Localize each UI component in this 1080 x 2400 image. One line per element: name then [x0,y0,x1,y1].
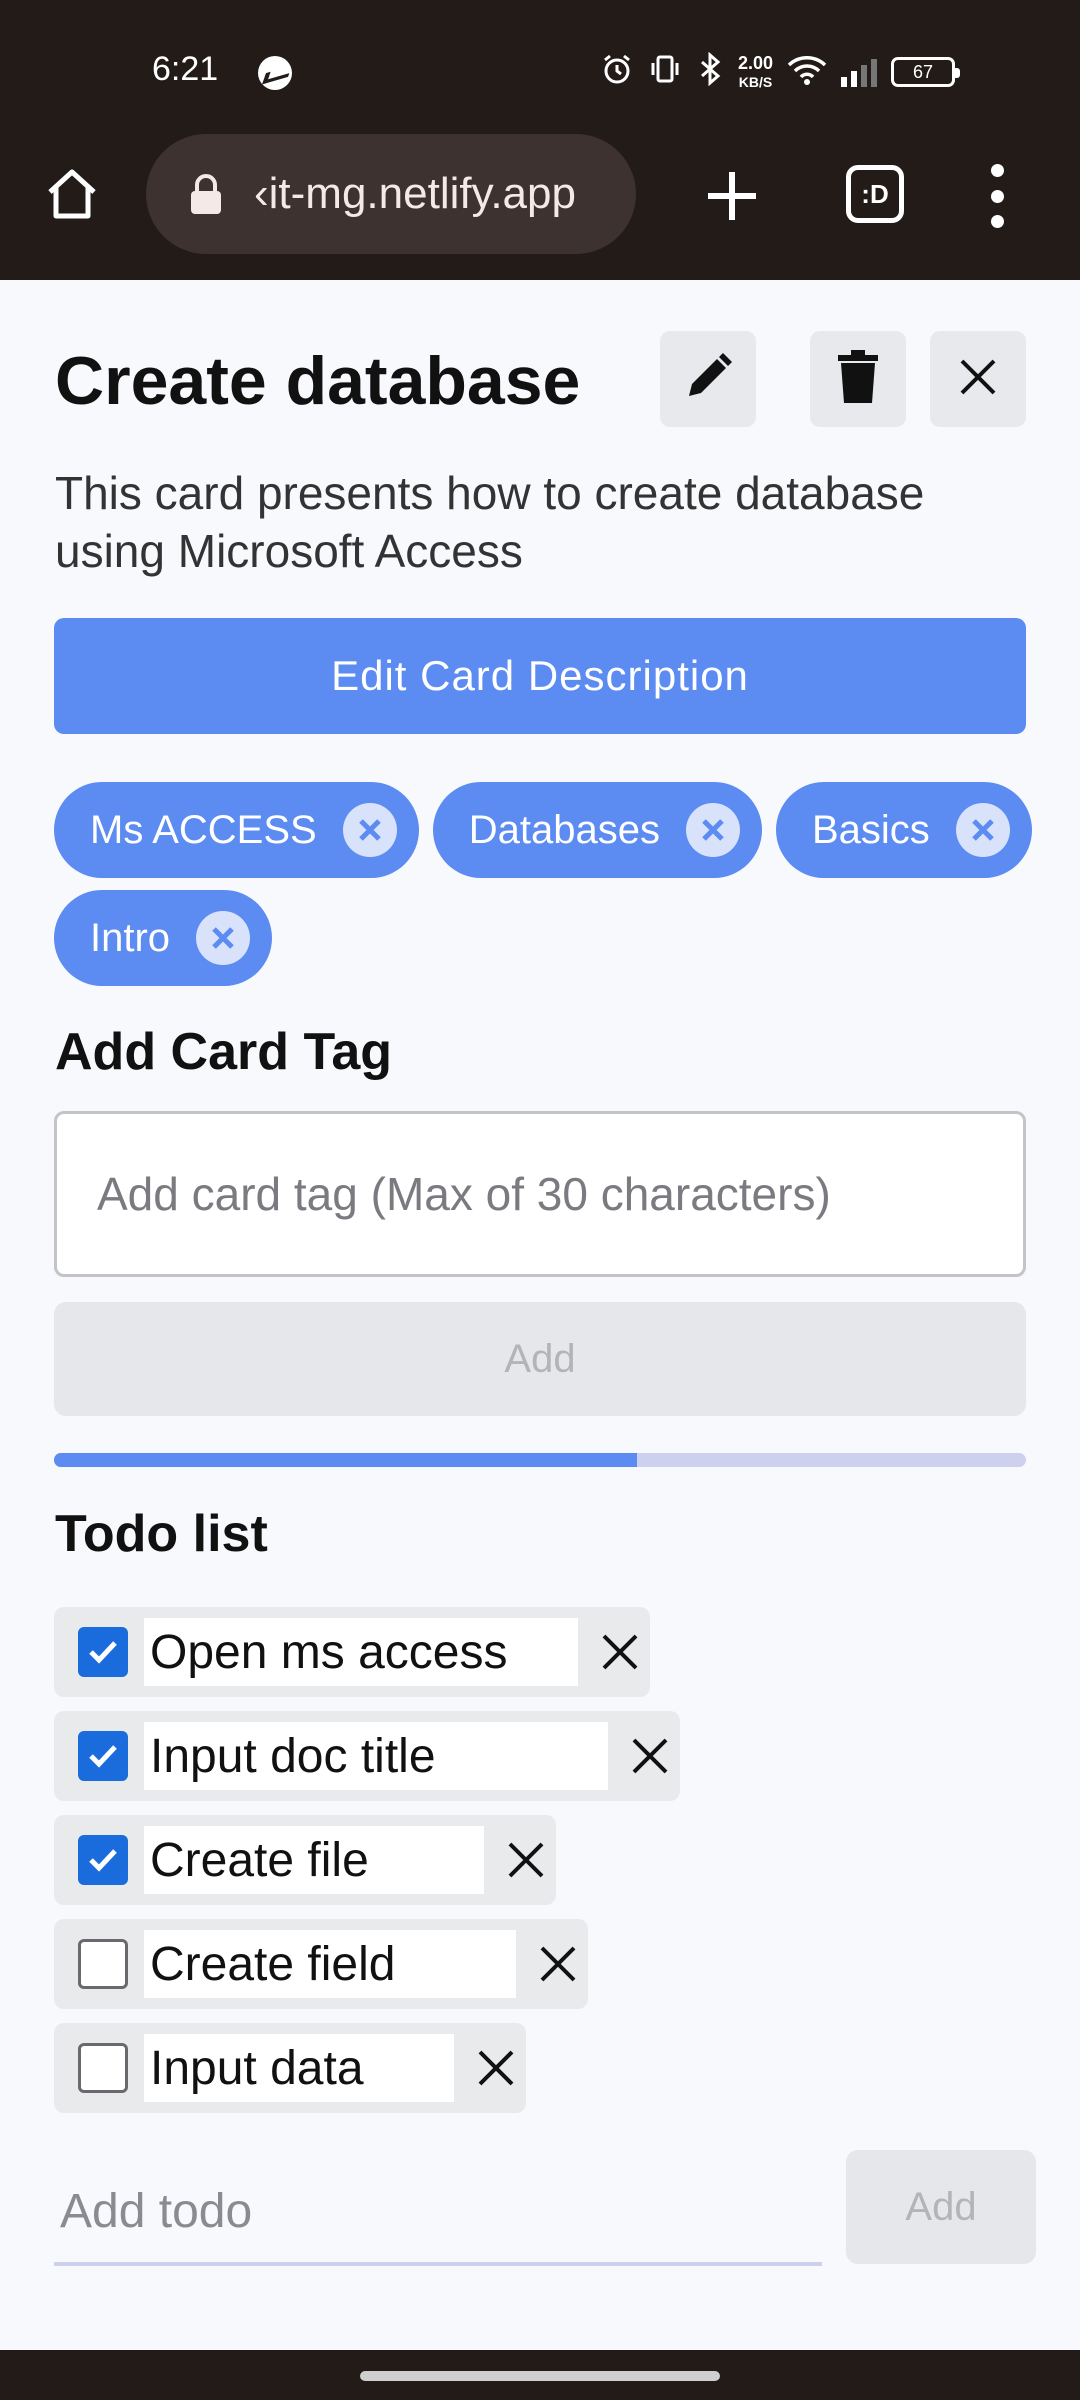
pencil-icon [681,350,735,409]
edit-description-button[interactable]: Edit Card Description [54,618,1026,734]
alarm-icon [600,52,634,92]
remove-tag-icon[interactable] [196,911,251,965]
vibrate-icon [648,52,682,92]
card-detail: Create database This card presents how t… [0,280,1080,2350]
signal-icon [841,57,878,87]
status-icons: 2.00 KB/S 67 [600,50,961,94]
network-speed-unit: KB/S [738,73,773,90]
bluetooth-icon [696,51,724,92]
new-tab-icon[interactable] [700,164,764,228]
close-card-button[interactable] [930,331,1026,427]
todo-text[interactable]: Input data [144,2034,454,2102]
browser-menu-icon[interactable] [982,164,1012,228]
trash-icon [836,349,880,410]
tag-label: Ms ACCESS [90,807,317,852]
card-title: Create database [55,343,581,419]
remove-todo-icon[interactable] [466,2038,526,2098]
add-todo-input[interactable] [54,2160,822,2266]
address-bar[interactable]: ‹it-mg.netlify.app [146,134,636,254]
remove-todo-icon[interactable] [620,1726,680,1786]
network-speed-value: 2.00 [738,52,774,73]
home-indicator[interactable] [360,2371,720,2381]
remove-todo-icon[interactable] [528,1934,588,1994]
delete-card-button[interactable] [810,331,906,427]
todo-item: Open ms access [54,1607,650,1697]
home-icon[interactable] [44,166,100,222]
tag-chip: Ms ACCESS [54,782,419,878]
remove-todo-icon[interactable] [590,1622,650,1682]
todo-item: Input data [54,2023,526,2113]
tag-chip: Databases [432,782,762,878]
todo-checkbox[interactable] [78,1835,128,1885]
remove-todo-icon[interactable] [496,1830,556,1890]
todo-item: Create field [54,1919,588,2009]
tag-label: Databases [468,807,660,852]
tab-switcher-label: :D [861,178,889,209]
todo-checkbox[interactable] [78,2043,128,2093]
todo-list-heading: Todo list [55,1505,268,1563]
add-tag-button[interactable]: Add [54,1302,1026,1416]
browser-chrome: 6:21 2.00 KB/S 67 ‹it-mg.netlify.app:D [0,0,1080,280]
todo-text[interactable]: Create file [144,1826,484,1894]
remove-tag-icon[interactable] [955,803,1010,857]
network-speed: 2.00 KB/S [738,54,773,91]
edit-title-button[interactable] [660,331,756,427]
url-text: ‹it-mg.netlify.app [254,169,576,218]
wifi-icon [787,53,827,91]
messenger-icon [258,56,292,90]
lock-icon [188,172,224,216]
todo-item: Create file [54,1815,556,1905]
remove-tag-icon[interactable] [685,803,740,857]
add-todo-button[interactable]: Add [846,2150,1036,2264]
todo-text[interactable]: Create field [144,1930,516,1998]
todo-text[interactable]: Input doc title [144,1722,608,1790]
todo-item: Input doc title [54,1711,680,1801]
todo-checkbox[interactable] [78,1731,128,1781]
card-description: This card presents how to create databas… [55,467,925,577]
add-tag-heading: Add Card Tag [55,1023,393,1081]
remove-tag-icon[interactable] [342,803,397,857]
battery-icon: 67 [891,57,961,87]
tag-label: Intro [90,915,171,960]
todo-checkbox[interactable] [78,1627,128,1677]
system-nav-bar [0,2350,1080,2400]
close-icon [958,357,998,402]
status-time: 6:21 [152,50,219,88]
tag-list: Ms ACCESS Databases Basics Intro [54,782,1044,986]
todo-checkbox[interactable] [78,1939,128,1989]
todo-progress-fill [54,1453,638,1467]
todo-text[interactable]: Open ms access [144,1618,578,1686]
tab-switcher-button[interactable]: :D [846,165,904,223]
tag-chip: Intro [54,890,273,986]
tag-chip: Basics [775,782,1032,878]
tag-label: Basics [811,807,930,852]
tag-input[interactable] [54,1111,1026,1277]
todo-progress-bar [54,1453,1026,1467]
battery-level: 67 [913,61,934,82]
